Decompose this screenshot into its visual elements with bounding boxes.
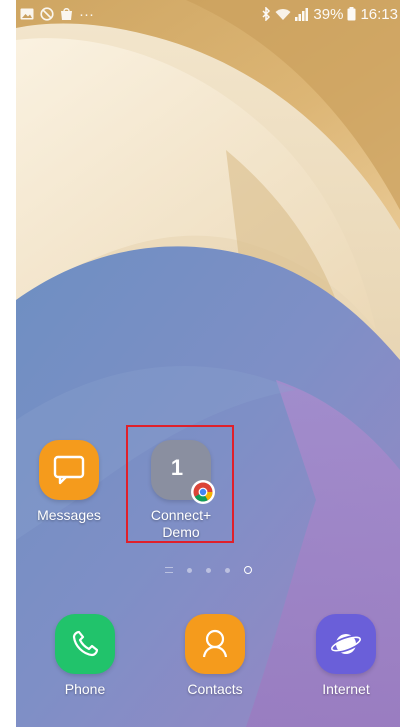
battery-icon xyxy=(347,7,356,21)
dock-phone[interactable]: Phone xyxy=(53,614,117,698)
page-indicator[interactable] xyxy=(16,566,400,574)
home-screen: ··· 39% 16:13 Messages 1 Connect+ Demo P… xyxy=(16,0,400,727)
gallery-icon xyxy=(20,8,34,20)
status-bar: ··· 39% 16:13 xyxy=(16,0,400,28)
messages-icon xyxy=(39,440,99,500)
bag-icon xyxy=(60,7,73,21)
page-dot-active xyxy=(243,566,252,574)
selection-highlight xyxy=(126,425,234,543)
app-label: Phone xyxy=(64,681,106,697)
more-dots-icon: ··· xyxy=(79,5,94,23)
page-indicator-menu xyxy=(164,567,173,573)
signal-icon xyxy=(295,7,309,21)
wifi-icon xyxy=(275,8,291,21)
page-dot xyxy=(205,567,211,573)
app-label: Internet xyxy=(322,681,370,697)
page-dot xyxy=(224,567,230,573)
contacts-icon xyxy=(185,614,245,674)
app-label: Contacts xyxy=(187,681,243,697)
internet-icon xyxy=(316,614,376,674)
clock: 16:13 xyxy=(360,5,398,23)
phone-icon xyxy=(55,614,115,674)
bluetooth-icon xyxy=(261,7,271,21)
page-dot xyxy=(186,567,192,573)
battery-percent: 39% xyxy=(313,5,344,23)
app-label: Messages xyxy=(37,507,101,523)
blocked-icon xyxy=(40,7,54,21)
app-messages[interactable]: Messages xyxy=(37,440,101,524)
dock-contacts[interactable]: Contacts xyxy=(180,614,250,698)
dock-internet[interactable]: Internet xyxy=(314,614,378,698)
